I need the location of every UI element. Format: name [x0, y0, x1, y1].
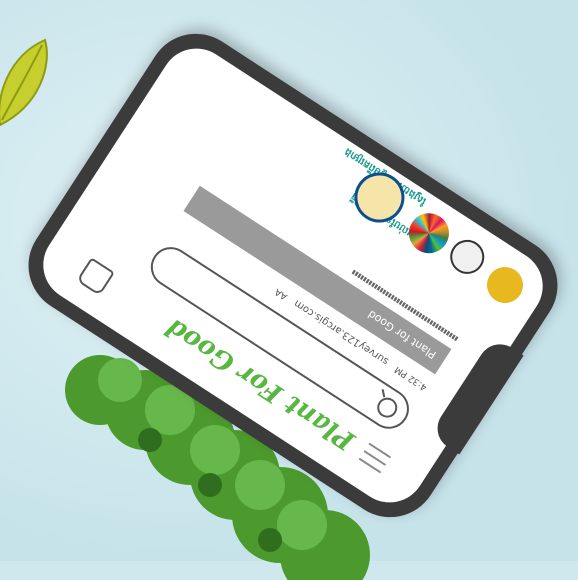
- search-icon: [373, 393, 402, 422]
- yellow-leaf-icon: [0, 38, 48, 127]
- menu-icon[interactable]: [358, 442, 392, 474]
- time-text: 4:32 PM: [393, 363, 430, 392]
- partner-logo-3: [401, 205, 457, 261]
- aa-text[interactable]: AA: [273, 286, 289, 301]
- partner-logo-2: [443, 233, 491, 281]
- hand-icon[interactable]: [76, 257, 115, 296]
- partner-logo-1: [480, 260, 530, 310]
